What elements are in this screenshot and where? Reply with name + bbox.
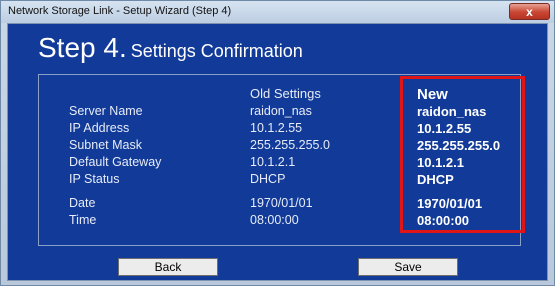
- save-button[interactable]: Save: [358, 258, 458, 276]
- title-bar[interactable]: Network Storage Link - Setup Wizard (Ste…: [1, 1, 554, 23]
- new-settings-highlight: [400, 76, 525, 233]
- label-subnet-mask: Subnet Mask: [69, 138, 142, 152]
- old-date: 1970/01/01: [250, 196, 313, 210]
- back-button[interactable]: Back: [118, 258, 218, 276]
- old-subnet-mask: 255.255.255.0: [250, 138, 330, 152]
- old-server-name: raidon_nas: [250, 104, 312, 118]
- label-ip-address: IP Address: [69, 121, 130, 135]
- label-date: Date: [69, 196, 96, 210]
- label-default-gateway: Default Gateway: [69, 155, 162, 169]
- label-time: Time: [69, 213, 97, 227]
- old-ip-address: 10.1.2.55: [250, 121, 303, 135]
- old-time: 08:00:00: [250, 213, 299, 227]
- page-title: Step 4. Settings Confirmation: [38, 32, 303, 64]
- close-button[interactable]: x: [509, 3, 550, 20]
- window-title: Network Storage Link - Setup Wizard (Ste…: [8, 5, 232, 17]
- label-server-name: Server Name: [69, 104, 143, 118]
- label-ip-status: IP Status: [69, 172, 120, 186]
- old-ip-status: DHCP: [250, 172, 286, 186]
- old-default-gateway: 10.1.2.1: [250, 155, 296, 169]
- step-subtitle: Settings Confirmation: [130, 41, 303, 61]
- old-settings-header: Old Settings: [250, 86, 321, 101]
- step-number: Step 4.: [38, 32, 127, 63]
- setup-wizard-window: Network Storage Link - Setup Wizard (Ste…: [0, 0, 555, 286]
